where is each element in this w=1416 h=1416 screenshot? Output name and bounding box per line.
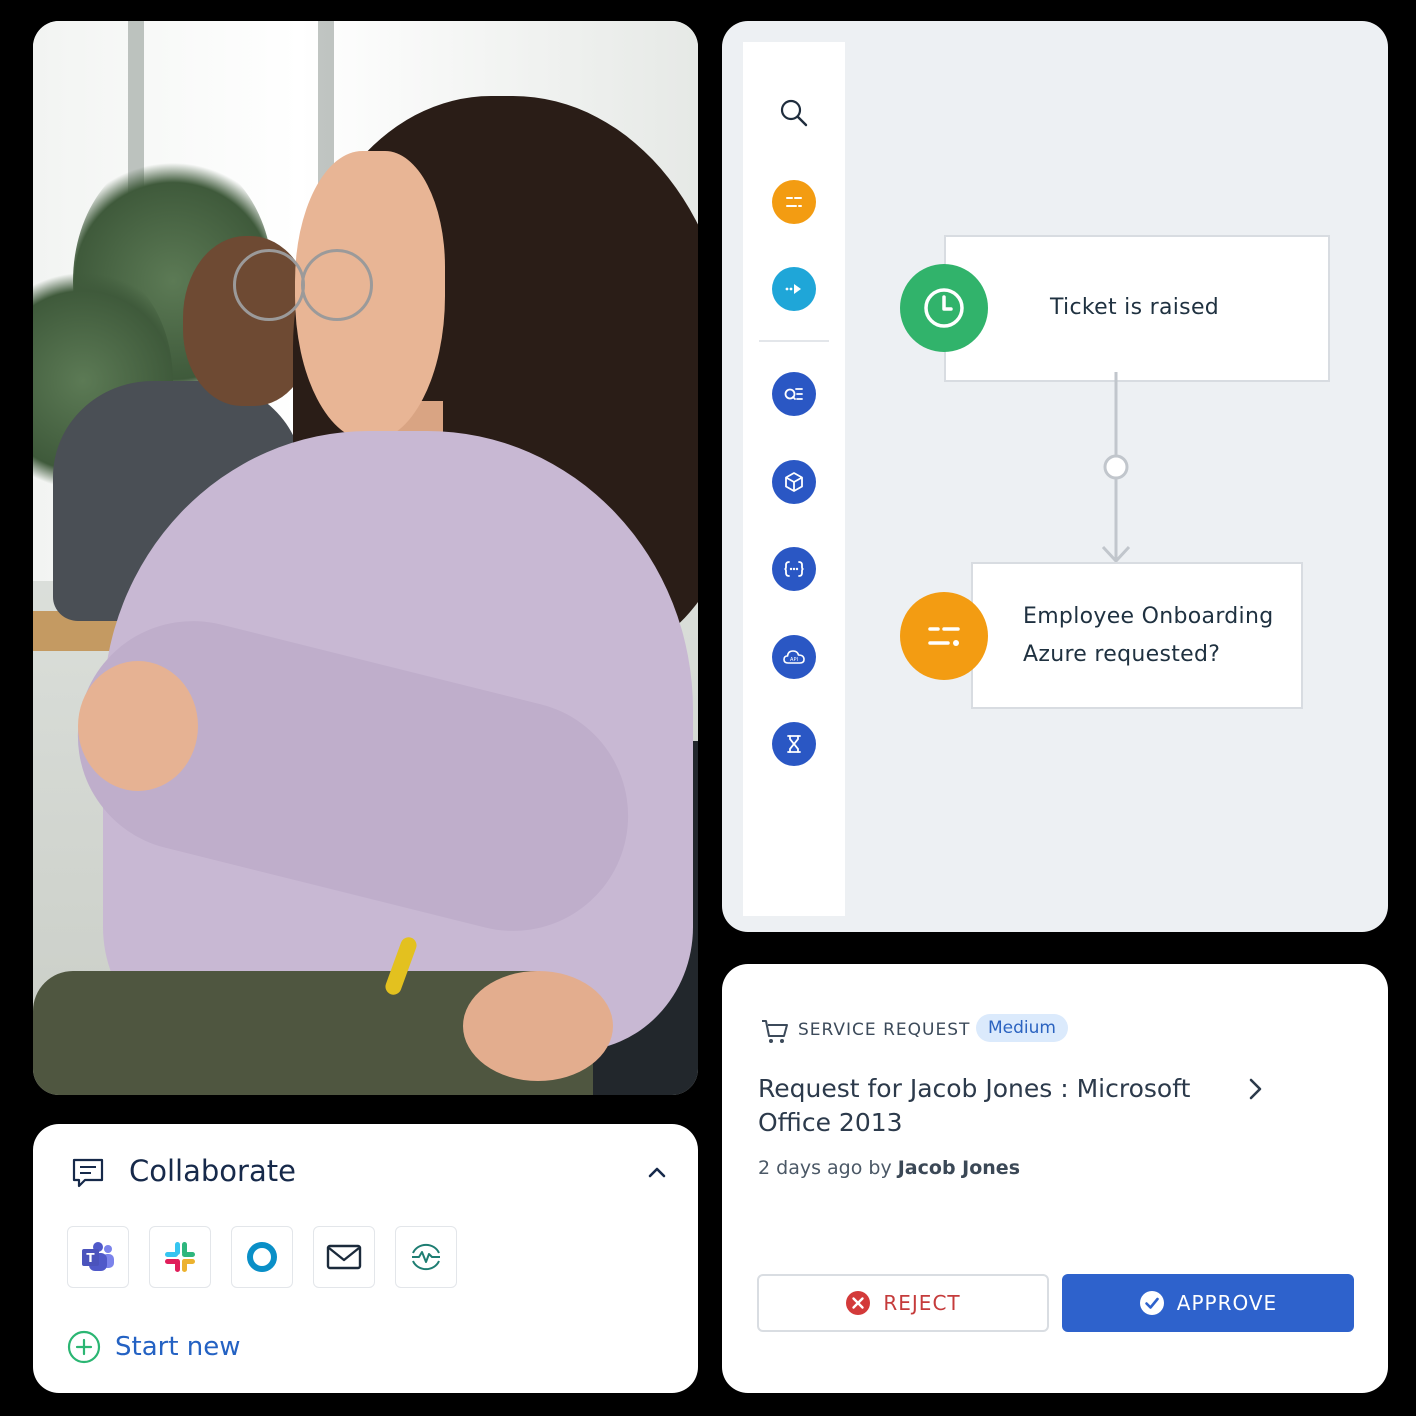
condition-node-icon (900, 592, 988, 680)
trigger-node-label: Ticket is raised (1050, 295, 1220, 320)
trigger-node[interactable]: Ticket is raised (944, 235, 1330, 382)
chevron-up-icon[interactable] (645, 1160, 669, 1184)
approve-label: APPROVE (1176, 1291, 1278, 1315)
condition-node[interactable]: Employee Onboarding Azure requested? (971, 562, 1303, 709)
package-icon[interactable] (772, 460, 816, 504)
action-icon[interactable] (772, 267, 816, 311)
api-cloud-label: API (790, 657, 798, 663)
request-time: 2 days ago by (758, 1157, 892, 1179)
query-icon[interactable] (772, 372, 816, 416)
monitor-app-button[interactable] (395, 1226, 457, 1288)
clock-icon (900, 264, 988, 352)
reject-icon (846, 1291, 871, 1315)
add-circle-icon (67, 1330, 101, 1364)
collaborate-panel: Collaborate T Start new (33, 1124, 698, 1393)
priority-badge: Medium (976, 1014, 1068, 1042)
hero-photo (33, 21, 698, 1095)
start-new-button[interactable]: Start new (67, 1330, 241, 1364)
teams-app-button[interactable]: T (67, 1226, 129, 1288)
teams-icon: T (82, 1242, 114, 1271)
request-title[interactable]: Request for Jacob Jones : Microsoft Offi… (758, 1072, 1248, 1140)
start-new-label: Start new (115, 1332, 241, 1362)
code-icon[interactable] (772, 547, 816, 591)
request-type-label: SERVICE REQUEST (798, 1020, 971, 1040)
condition-icon[interactable] (772, 180, 816, 224)
svg-text:T: T (86, 1251, 95, 1265)
flow-connector (1102, 372, 1131, 564)
reject-label: REJECT (883, 1291, 961, 1315)
chevron-right-icon[interactable] (1242, 1076, 1268, 1102)
sidebar-divider (759, 340, 829, 342)
reject-button[interactable]: REJECT (757, 1274, 1049, 1332)
cart-icon (762, 1020, 788, 1043)
check-circle-icon (1139, 1291, 1164, 1315)
slack-app-button[interactable] (149, 1226, 211, 1288)
webex-icon (247, 1242, 277, 1272)
api-cloud-icon[interactable]: API (772, 635, 816, 679)
collaborate-title: Collaborate (129, 1154, 296, 1188)
email-icon (326, 1244, 362, 1270)
email-app-button[interactable] (313, 1226, 375, 1288)
chat-icon (72, 1158, 104, 1188)
request-author: Jacob Jones (897, 1157, 1021, 1179)
slack-icon (165, 1242, 195, 1272)
search-icon[interactable] (779, 98, 809, 128)
condition-node-label-line2: Azure requested? (1023, 642, 1221, 667)
condition-node-label-line1: Employee Onboarding (1023, 604, 1274, 629)
request-meta: 2 days ago by Jacob Jones (758, 1157, 1020, 1179)
approve-button[interactable]: APPROVE (1062, 1274, 1354, 1332)
monitor-icon (412, 1243, 440, 1271)
webex-app-button[interactable] (231, 1226, 293, 1288)
hourglass-icon[interactable] (772, 722, 816, 766)
workflow-sidebar: API (743, 42, 845, 916)
workflow-builder: API Ticket is raised Employee Onboarding… (722, 21, 1388, 932)
add-step-handle[interactable] (1103, 454, 1129, 480)
service-request-card: SERVICE REQUEST Medium Request for Jacob… (722, 964, 1388, 1393)
